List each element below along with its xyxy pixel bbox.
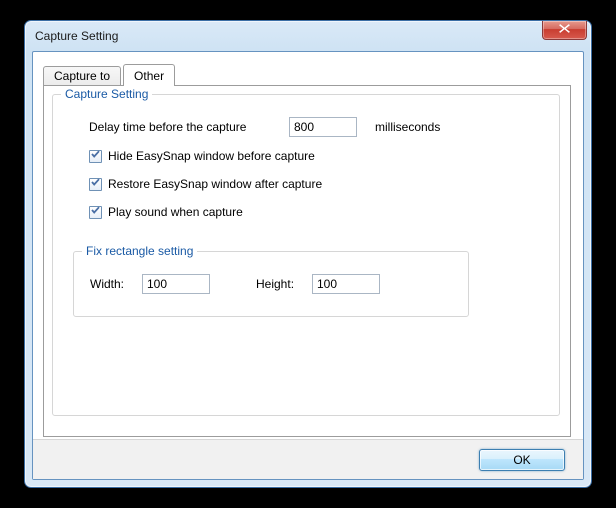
tab-capture-to[interactable]: Capture to <box>43 66 121 85</box>
checkmark-icon <box>90 177 101 191</box>
tab-other[interactable]: Other <box>123 64 175 86</box>
tab-row: Capture to Other <box>43 64 177 86</box>
label-milliseconds: milliseconds <box>375 120 440 134</box>
input-delay[interactable] <box>289 117 357 137</box>
ok-button[interactable]: OK <box>479 449 565 471</box>
row-fix-size: Width: Height: <box>90 274 380 294</box>
input-height[interactable] <box>312 274 380 294</box>
label-width: Width: <box>90 277 142 291</box>
close-button[interactable] <box>542 21 587 40</box>
group-title: Capture Setting <box>61 87 152 101</box>
checkbox-restore-window[interactable] <box>89 178 102 191</box>
client-area: Capture to Other Capture Setting Delay t… <box>32 51 584 480</box>
dialog-window: Capture Setting Capture to Other Capture… <box>24 20 592 488</box>
tab-panel-other: Capture Setting Delay time before the ca… <box>43 85 571 437</box>
tab-label: Other <box>134 69 164 83</box>
row-restore-window: Restore EasySnap window after capture <box>89 177 322 191</box>
label-hide-window: Hide EasySnap window before capture <box>108 149 315 163</box>
checkmark-icon <box>90 149 101 163</box>
ok-button-label: OK <box>513 453 530 467</box>
input-width[interactable] <box>142 274 210 294</box>
row-hide-window: Hide EasySnap window before capture <box>89 149 315 163</box>
row-delay: Delay time before the capture millisecon… <box>89 117 440 137</box>
titlebar[interactable]: Capture Setting <box>25 21 591 51</box>
checkbox-hide-window[interactable] <box>89 150 102 163</box>
group-capture-setting: Capture Setting Delay time before the ca… <box>52 94 560 416</box>
close-icon <box>558 23 571 37</box>
checkmark-icon <box>90 205 101 219</box>
row-play-sound: Play sound when capture <box>89 205 243 219</box>
label-height: Height: <box>256 277 312 291</box>
group-fix-rectangle: Fix rectangle setting Width: Height: <box>73 251 469 317</box>
group-title: Fix rectangle setting <box>82 244 197 258</box>
label-play-sound: Play sound when capture <box>108 205 243 219</box>
tab-label: Capture to <box>54 69 110 83</box>
window-title: Capture Setting <box>35 29 118 43</box>
checkbox-play-sound[interactable] <box>89 206 102 219</box>
label-delay: Delay time before the capture <box>89 120 289 134</box>
label-restore-window: Restore EasySnap window after capture <box>108 177 322 191</box>
dialog-footer: OK <box>33 439 583 479</box>
